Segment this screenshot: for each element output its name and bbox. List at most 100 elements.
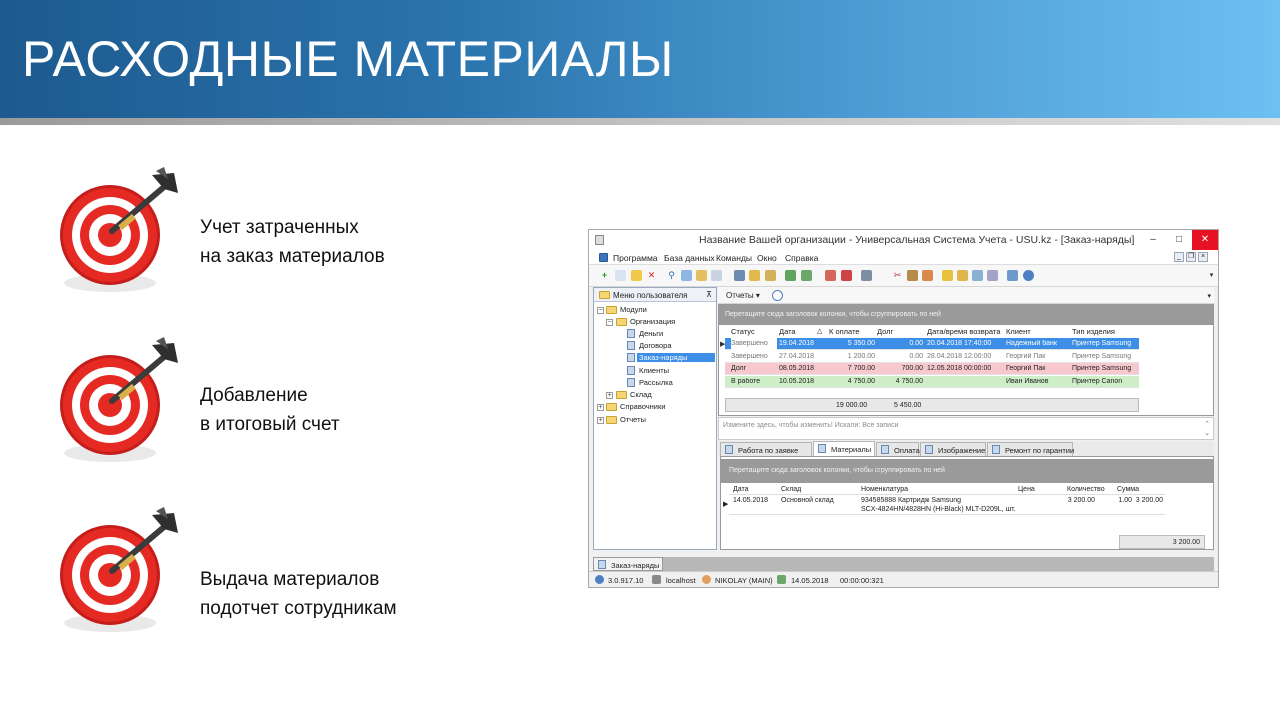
folder-icon bbox=[616, 318, 627, 326]
filter-icon[interactable] bbox=[681, 270, 692, 281]
cell-status: Завершено bbox=[731, 338, 777, 350]
import-icon[interactable] bbox=[765, 270, 776, 281]
tab-label: Работа по заявке bbox=[738, 446, 799, 455]
tree-node-warehouse[interactable]: Склад bbox=[630, 390, 652, 399]
users-icon[interactable] bbox=[972, 270, 983, 281]
scroll-up-icon[interactable]: ⌃ bbox=[1204, 420, 1210, 428]
col-product-type[interactable]: Тип изделия bbox=[1072, 327, 1115, 336]
col-debt[interactable]: Долг bbox=[877, 327, 893, 336]
collapse-icon[interactable]: − bbox=[606, 319, 613, 326]
tree-node-reports[interactable]: Отчеты bbox=[620, 415, 646, 424]
delete-icon[interactable]: ✕ bbox=[646, 270, 657, 281]
table-row[interactable]: Долг 08.05.2018 7 700.00 700.00 12.05.2018 0… bbox=[725, 363, 1139, 375]
menu-help[interactable]: Справка bbox=[785, 253, 818, 263]
doc-tab-work-orders[interactable]: Заказ-наряды bbox=[593, 557, 663, 571]
table-row[interactable]: В работе 10.05.2018 4 750.00 4 750.00 Иван И… bbox=[725, 375, 1139, 388]
cell-return: 12.05.2018 00:00:00 bbox=[927, 365, 992, 372]
copy-icon[interactable] bbox=[615, 270, 626, 281]
title-banner: РАСХОДНЫЕ МАТЕРИАЛЫ bbox=[0, 0, 1280, 118]
tab-label: Оплата bbox=[894, 446, 920, 455]
bullet-item: Добавление в итоговый счет bbox=[52, 335, 572, 475]
print-icon[interactable] bbox=[734, 270, 745, 281]
col-date[interactable]: Дата bbox=[779, 327, 796, 336]
mdi-close-button[interactable]: × bbox=[1198, 252, 1208, 262]
col-price[interactable]: Цена bbox=[1018, 486, 1035, 493]
menu-database[interactable]: База данных bbox=[664, 253, 715, 263]
info-icon[interactable] bbox=[1023, 270, 1034, 281]
clock-icon[interactable] bbox=[772, 290, 783, 301]
tab-label: Изображение bbox=[938, 446, 986, 455]
cell-debt: 0.00 bbox=[909, 352, 923, 360]
mdi-minimize-button[interactable]: _ bbox=[1174, 252, 1184, 262]
add-icon[interactable]: + bbox=[599, 270, 610, 281]
report-icon[interactable] bbox=[922, 270, 933, 281]
window-close-icon[interactable] bbox=[841, 270, 852, 281]
table-row[interactable]: Завершено 19.04.2018 5 350.00 0.00 20.04.201… bbox=[720, 338, 1139, 350]
reports-overflow-icon[interactable]: ▾ bbox=[1207, 292, 1211, 300]
tab-materials[interactable]: Материалы bbox=[813, 441, 875, 456]
status-user: NIKOLAY (MAIN) bbox=[715, 576, 773, 585]
scroll-down-icon[interactable]: ⌄ bbox=[1204, 429, 1210, 437]
tab-payment[interactable]: Оплата bbox=[876, 442, 920, 456]
settings-icon[interactable] bbox=[907, 270, 918, 281]
tab-image[interactable]: Изображение bbox=[920, 442, 986, 456]
tree-node-organization[interactable]: Организация bbox=[630, 317, 675, 326]
comment-icon[interactable] bbox=[711, 270, 722, 281]
export-icon[interactable] bbox=[749, 270, 760, 281]
dart-target-icon bbox=[60, 337, 178, 462]
close-button[interactable]: ✕ bbox=[1192, 230, 1218, 250]
table-row[interactable]: Завершено 27.04.2018 1 200.00 0.00 28.04.201… bbox=[725, 350, 1139, 363]
filter-bar[interactable]: Измените здесь, чтобы изменить! Искали: … bbox=[718, 417, 1214, 440]
group-by-panel[interactable]: Перетащите сюда заголовок колонки, чтобы… bbox=[721, 459, 1213, 483]
sort-icon[interactable] bbox=[696, 270, 707, 281]
col-date[interactable]: Дата bbox=[733, 486, 749, 493]
minimize-button[interactable]: – bbox=[1140, 230, 1166, 250]
lock-icon[interactable] bbox=[942, 270, 953, 281]
tree-node-references[interactable]: Справочники bbox=[620, 402, 665, 411]
col-qty[interactable]: Количество bbox=[1067, 486, 1105, 493]
expand-icon[interactable]: + bbox=[597, 404, 604, 411]
menu-program[interactable]: Программа bbox=[613, 253, 658, 263]
col-item[interactable]: Номенклатура bbox=[861, 486, 908, 493]
key-icon[interactable] bbox=[957, 270, 968, 281]
edit-icon[interactable] bbox=[631, 270, 642, 281]
window-new-icon[interactable] bbox=[825, 270, 836, 281]
maximize-button[interactable]: □ bbox=[1166, 230, 1192, 250]
tree-node-money[interactable]: Деньги bbox=[639, 329, 663, 338]
col-return-datetime[interactable]: Дата/время возврата bbox=[927, 327, 1000, 336]
menu-commands[interactable]: Команды bbox=[716, 253, 752, 263]
module-icon bbox=[627, 378, 635, 387]
group-by-panel[interactable]: Перетащите сюда заголовок колонки, чтобы… bbox=[719, 305, 1213, 325]
table-row[interactable]: 14.05.2018 Основной склад 934585888 Карт… bbox=[729, 494, 1165, 515]
tree-node-clients[interactable]: Клиенты bbox=[639, 366, 669, 375]
tree-node-work-orders[interactable]: Заказ-наряды bbox=[637, 353, 715, 362]
search-icon[interactable]: ⚲ bbox=[666, 270, 677, 281]
book-icon[interactable] bbox=[1007, 270, 1018, 281]
cell-to-pay: 5 350.00 bbox=[847, 340, 875, 347]
tree-node-mailing[interactable]: Рассылка bbox=[639, 378, 673, 387]
expand-icon[interactable]: + bbox=[597, 417, 604, 424]
col-warehouse[interactable]: Склад bbox=[781, 486, 801, 493]
calendar-icon bbox=[777, 575, 786, 584]
menu-window[interactable]: Окно bbox=[757, 253, 777, 263]
refresh-icon[interactable] bbox=[785, 270, 796, 281]
back-icon[interactable] bbox=[861, 270, 872, 281]
reports-dropdown[interactable]: Отчеты ▾ bbox=[726, 291, 760, 300]
collapse-icon[interactable]: − bbox=[597, 307, 604, 314]
col-status[interactable]: Статус bbox=[731, 327, 755, 336]
col-client[interactable]: Клиент bbox=[1006, 327, 1031, 336]
tree-node-modules[interactable]: Модули bbox=[620, 305, 647, 314]
tab-work[interactable]: Работа по заявке bbox=[720, 442, 812, 456]
tree-node-contracts[interactable]: Договора bbox=[639, 341, 672, 350]
chart-icon[interactable] bbox=[987, 270, 998, 281]
tools-icon[interactable]: ✂ bbox=[892, 270, 903, 281]
sync-icon[interactable] bbox=[801, 270, 812, 281]
toolbar-overflow-icon[interactable]: ▾ bbox=[1206, 270, 1217, 281]
bullet-line: подотчет сотрудникам bbox=[200, 598, 397, 619]
pin-icon[interactable]: ⊼ bbox=[706, 290, 712, 299]
mdi-restore-button[interactable]: ❐ bbox=[1186, 252, 1196, 262]
col-to-pay[interactable]: К оплате bbox=[829, 327, 860, 336]
tab-warranty[interactable]: Ремонт по гарантии bbox=[987, 442, 1074, 456]
expand-icon[interactable]: + bbox=[606, 392, 613, 399]
col-sum[interactable]: Сумма bbox=[1117, 486, 1139, 493]
